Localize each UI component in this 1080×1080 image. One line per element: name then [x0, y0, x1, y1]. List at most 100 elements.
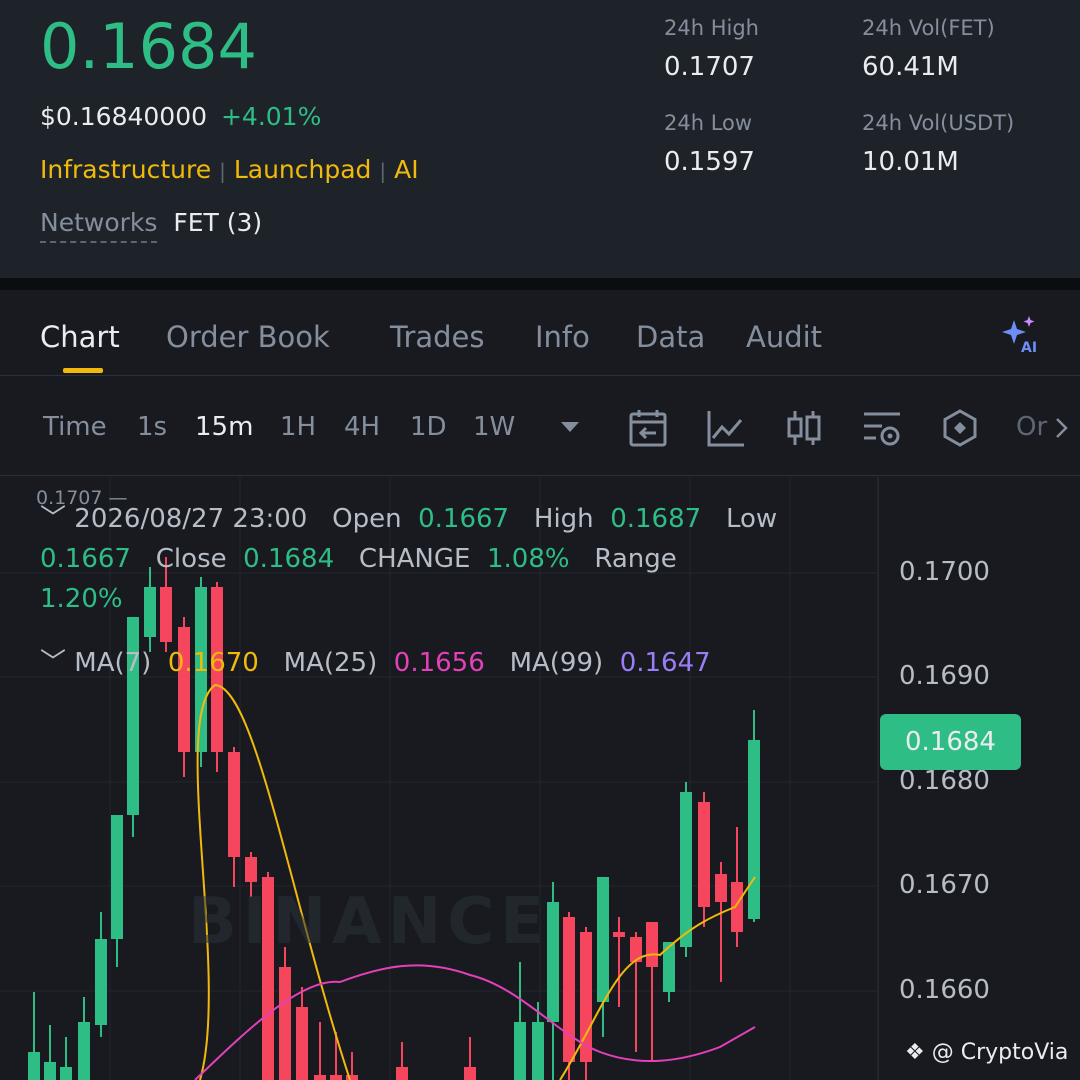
chevron-down-icon[interactable]	[550, 416, 590, 440]
close-label: Close	[155, 544, 227, 574]
tag-separator: |	[219, 159, 226, 183]
low-label: Low	[725, 504, 778, 534]
ma25-label: MA(25)	[283, 648, 378, 678]
last-price: 0.1684	[40, 10, 257, 83]
networks-value[interactable]: FET (3)	[173, 208, 262, 237]
candle-body	[715, 874, 727, 902]
candle-body	[330, 1075, 342, 1080]
usd-price-row: $0.16840000 +4.01%	[40, 102, 321, 131]
stat-label: 24h Vol(FET)	[862, 16, 995, 40]
candle-body	[296, 1007, 308, 1080]
range-value: 1.20%	[40, 584, 123, 614]
tag-ai[interactable]: AI	[394, 155, 418, 184]
candle-body	[279, 967, 291, 1080]
calendar-back-icon[interactable]	[628, 408, 668, 448]
stat-value: 60.41M	[862, 52, 959, 82]
indicator-chart-icon[interactable]	[706, 408, 746, 448]
candle-body	[646, 922, 658, 967]
candle-body	[563, 917, 575, 1062]
range-label: Range	[594, 544, 677, 574]
candle-body	[95, 939, 107, 1025]
candle-body	[228, 752, 240, 857]
candle-body	[78, 1022, 90, 1080]
moving-average-legend: ﹀ MA(7) 0.1670 MA(25) 0.1656 MA(99) 0.16…	[40, 642, 711, 679]
timeframe-1s[interactable]: 1s	[137, 412, 167, 442]
stat-label: 24h Vol(USDT)	[862, 111, 1015, 135]
ma7-value: 0.1670	[167, 648, 259, 678]
timeframe-1d[interactable]: 1D	[410, 412, 447, 442]
candle-body	[680, 792, 692, 947]
candle-body	[314, 1075, 326, 1080]
stat-value: 10.01M	[862, 147, 959, 177]
more-options[interactable]: Or	[1016, 412, 1047, 442]
chart-settings-icon[interactable]	[862, 408, 902, 448]
candle-body	[514, 1022, 526, 1080]
y-axis-tick: 0.1700	[899, 557, 990, 587]
timeframe-1w[interactable]: 1W	[473, 412, 515, 442]
timeframe-1h[interactable]: 1H	[280, 412, 316, 442]
candle-body	[613, 932, 625, 937]
y-axis-tick: 0.1690	[899, 661, 990, 691]
credit-label: @ CryptoVia	[931, 1040, 1069, 1065]
candle-body	[44, 1062, 56, 1080]
price-change: +4.01%	[220, 102, 322, 131]
active-tab-indicator	[63, 368, 103, 373]
tab-order-book[interactable]: Order Book	[166, 320, 330, 354]
candlestick-type-icon[interactable]	[784, 408, 824, 448]
ma99-label: MA(99)	[509, 648, 604, 678]
tag-infrastructure[interactable]: Infrastructure	[40, 155, 211, 184]
candle-body	[532, 1022, 544, 1080]
candle-body	[698, 802, 710, 907]
open-label: Open	[332, 504, 402, 534]
kline-chart[interactable]: BINANCE 0.1707 — ﹀ 2026/08/27 23:00 Open…	[0, 477, 1080, 1080]
usd-price: $0.16840000	[40, 102, 208, 131]
tag-separator: |	[379, 159, 387, 183]
candle-body	[245, 857, 257, 882]
open-value: 0.1667	[418, 504, 510, 534]
chevron-right-icon[interactable]	[1050, 416, 1074, 440]
ticker-header: 0.1684 $0.16840000 +4.01% Infrastructure…	[0, 0, 1080, 278]
ma25-value: 0.1656	[393, 648, 485, 678]
high-value: 0.1687	[610, 504, 702, 534]
last-price-tag: 0.1684	[880, 714, 1021, 770]
change-value: 1.08%	[486, 544, 570, 574]
stat-24h-vol-quote: 24h Vol(USDT) 10.01M	[862, 111, 1014, 177]
ma99-value: 0.1647	[619, 648, 711, 678]
ai-sparkle-icon[interactable]: AI	[998, 314, 1042, 354]
tab-info[interactable]: Info	[535, 320, 590, 354]
chevron-down-icon[interactable]: ﹀	[40, 504, 66, 534]
ma7-label: MA(7)	[74, 648, 152, 678]
tag-launchpad[interactable]: Launchpad	[234, 155, 372, 184]
candle-date: 2026/08/27 23:00	[74, 504, 308, 534]
ohlc-legend: ﹀ 2026/08/27 23:00 Open 0.1667 High 0.16…	[40, 499, 840, 619]
tab-trades[interactable]: Trades	[390, 320, 485, 354]
diamond-logo-icon: ❖	[905, 1040, 925, 1065]
stat-value: 0.1597	[664, 147, 755, 177]
chevron-down-icon[interactable]: ﹀	[40, 648, 66, 678]
timeframe-label: Time	[43, 412, 107, 442]
hexagon-drawing-icon[interactable]	[940, 408, 980, 448]
tab-audit[interactable]: Audit	[746, 320, 822, 354]
tab-chart[interactable]: Chart	[40, 320, 120, 354]
section-divider	[0, 278, 1080, 290]
low-value: 0.1667	[40, 544, 131, 574]
stat-value: 0.1707	[664, 52, 755, 82]
candle-body	[396, 1067, 408, 1080]
networks-label[interactable]: Networks	[40, 208, 158, 243]
timeframe-4h[interactable]: 4H	[344, 412, 380, 442]
networks-row[interactable]: Networks FET (3)	[40, 208, 262, 243]
stat-label: 24h Low	[664, 111, 753, 135]
candle-body	[111, 815, 123, 939]
svg-text:AI: AI	[1021, 340, 1037, 354]
candle-body	[464, 1067, 476, 1080]
y-axis-tick: 0.1680	[899, 766, 990, 796]
y-axis-tick: 0.1670	[899, 870, 990, 900]
close-value: 0.1684	[243, 544, 335, 574]
stat-24h-low: 24h Low 0.1597	[664, 111, 755, 177]
stat-24h-vol-base: 24h Vol(FET) 60.41M	[862, 16, 995, 82]
timeframe-15m[interactable]: 15m	[195, 412, 253, 442]
main-tabs: Chart Order Book Trades Info Data Audit	[0, 290, 1080, 376]
stat-label: 24h High	[664, 16, 759, 40]
tab-data[interactable]: Data	[636, 320, 705, 354]
candle-body	[28, 1052, 40, 1080]
